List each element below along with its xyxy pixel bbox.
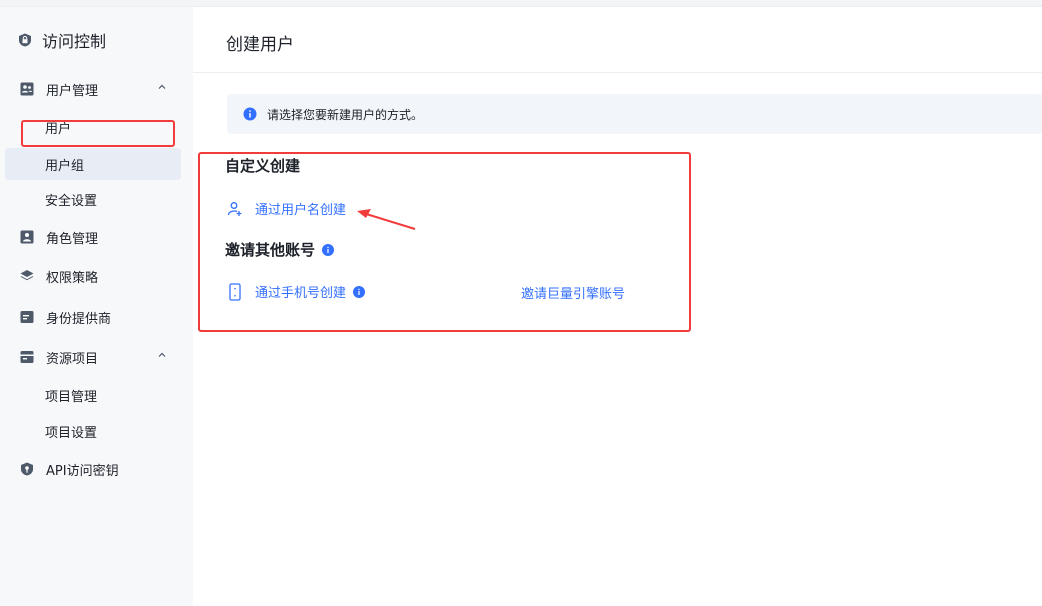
sidebar-item-label: 角色管理 xyxy=(46,231,99,247)
sidebar-item-label: 身份提供商 xyxy=(46,311,112,327)
shield-lock-icon xyxy=(18,33,32,47)
sidebar-item-project-management[interactable]: 项目管理 xyxy=(5,379,181,411)
divider xyxy=(193,72,1042,73)
invite-ocean-engine-link[interactable]: 邀请巨量引擎账号 xyxy=(521,283,625,302)
sidebar-item-label: 用户管理 xyxy=(46,83,99,99)
user-add-icon xyxy=(227,201,243,217)
sidebar-item-api-access-keys[interactable]: API访问密钥 xyxy=(5,453,181,485)
info-banner: 请选择您要新建用户的方式。 xyxy=(227,94,1042,134)
sidebar-item-label: 项目设置 xyxy=(45,425,98,441)
sidebar-item-label: 项目管理 xyxy=(45,389,98,405)
top-bar xyxy=(0,0,1042,7)
sidebar-item-label: 资源项目 xyxy=(46,351,99,367)
chevron-up-icon[interactable] xyxy=(157,82,167,92)
create-by-phone-link[interactable]: 通过手机号创建 xyxy=(229,282,366,301)
key-icon xyxy=(20,462,34,476)
sidebar-item-label: 安全设置 xyxy=(45,193,98,209)
info-icon xyxy=(243,107,257,121)
users-icon xyxy=(20,82,34,96)
layers-icon xyxy=(20,269,34,283)
sidebar-item-label: API访问密钥 xyxy=(46,463,119,479)
arrow-annotation xyxy=(357,209,416,230)
invite-heading: 邀请其他账号 xyxy=(225,239,335,260)
id-card-icon xyxy=(20,310,34,324)
create-by-username-link[interactable]: 通过用户名创建 xyxy=(227,199,346,218)
chevron-up-icon[interactable] xyxy=(157,350,167,360)
info-icon[interactable] xyxy=(322,243,335,256)
sidebar-item-user-management[interactable]: 用户管理 xyxy=(5,73,181,105)
invite-ocean-engine-label: 邀请巨量引擎账号 xyxy=(521,287,626,302)
invite-heading-text: 邀请其他账号 xyxy=(225,241,316,259)
create-by-username-label: 通过用户名创建 xyxy=(255,203,347,218)
sidebar: 访问控制 用户管理 用户 用户组 安全设置 角色管理 权限策略 身份提供商 资源… xyxy=(0,7,193,606)
sidebar-item-resource-projects[interactable]: 资源项目 xyxy=(5,341,181,373)
role-icon xyxy=(20,230,34,244)
sidebar-item-project-settings[interactable]: 项目设置 xyxy=(5,415,181,447)
info-icon[interactable] xyxy=(353,285,366,298)
page-title: 创建用户 xyxy=(226,35,294,55)
custom-create-heading: 自定义创建 xyxy=(225,157,301,175)
sidebar-title: 访问控制 xyxy=(18,29,106,51)
folder-icon xyxy=(20,350,34,364)
phone-icon xyxy=(229,282,241,301)
info-text: 请选择您要新建用户的方式。 xyxy=(267,107,424,122)
highlight-box xyxy=(21,120,175,147)
sidebar-item-label: 用户组 xyxy=(45,158,85,174)
sidebar-item-user-groups[interactable]: 用户组 xyxy=(5,148,181,180)
sidebar-item-identity-providers[interactable]: 身份提供商 xyxy=(5,301,181,333)
sidebar-item-label: 权限策略 xyxy=(46,270,99,286)
sidebar-title-text: 访问控制 xyxy=(42,32,107,51)
create-by-phone-label: 通过手机号创建 xyxy=(255,286,347,301)
sidebar-item-permission-policies[interactable]: 权限策略 xyxy=(5,260,181,292)
sidebar-item-role-management[interactable]: 角色管理 xyxy=(5,221,181,253)
main-content: 创建用户 请选择您要新建用户的方式。 自定义创建 通过用户名创建 邀请其他账号 … xyxy=(193,7,1042,606)
sidebar-item-security-settings[interactable]: 安全设置 xyxy=(5,183,181,215)
